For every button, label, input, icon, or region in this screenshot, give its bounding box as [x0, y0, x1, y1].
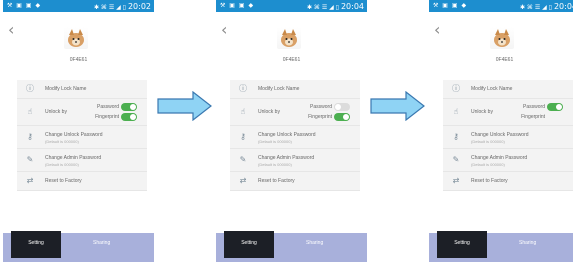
change-unlock-password-label: Change Unlock Password — [45, 132, 103, 138]
unlock-by-label: Unlock by — [258, 109, 280, 115]
password-option-label: Password — [523, 104, 545, 110]
key-icon: ⚷ — [240, 132, 246, 141]
change-admin-password-label: Change Admin Password — [471, 155, 528, 161]
status-bar: ⚒ ▣ ▣ ◆ ✱ ⌘ ☰ ◢ ▯ 20:02 — [3, 0, 154, 12]
modify-lock-name-label: Modify Lock Name — [45, 86, 87, 92]
clock: 20:02 — [127, 2, 151, 11]
change-admin-password-label: Change Admin Password — [258, 155, 315, 161]
info-circle-icon: ⓘ — [452, 84, 460, 93]
password-toggle[interactable] — [547, 103, 563, 111]
reset-to-factory-label: Reset to Factory — [471, 178, 508, 184]
modify-lock-name-row[interactable]: ⓘ Modify Lock Name — [443, 80, 573, 99]
change-unlock-password-row[interactable]: ⚷ Change Unlock Password (Default is 000… — [230, 126, 360, 149]
arrow-right-icon — [157, 91, 212, 121]
change-unlock-password-label: Change Unlock Password — [258, 132, 316, 138]
modify-lock-name-label: Modify Lock Name — [258, 86, 300, 92]
phone-screen-1: ⚒ ▣ ▣ ◆ ✱ ⌘ ☰ ◢ ▯ 20:02 ‹ 0F4E61 ⓘ Modify… — [3, 0, 154, 262]
tab-sharing[interactable]: Sharing — [93, 240, 110, 246]
status-right-icons: ✱ ⌘ ☰ ◢ ▯ 20:02 — [93, 2, 151, 11]
fingerprint-toggle[interactable] — [334, 113, 350, 121]
chevron-left-icon[interactable]: ‹ — [221, 22, 235, 38]
clock: 20:04 — [553, 2, 573, 11]
unlock-by-row: ☝ Unlock by Password Fingerprint — [443, 99, 573, 126]
fingerprint-icon: ☝ — [453, 107, 459, 116]
info-circle-icon: ⓘ — [239, 84, 247, 93]
chevron-left-icon[interactable]: ‹ — [434, 22, 448, 38]
fingerprint-option-label: Fingerprint — [308, 114, 332, 120]
password-option-label: Password — [310, 104, 332, 110]
reset-icon: ⇄ — [239, 176, 247, 185]
reset-icon: ⇄ — [26, 176, 34, 185]
reset-to-factory-label: Reset to Factory — [45, 178, 82, 184]
change-admin-password-default: (Default is 000000) — [45, 162, 79, 167]
status-bar: ⚒ ▣ ▣ ◆ ✱ ⌘ ☰ ◢ ▯20:04 — [429, 0, 573, 12]
change-admin-password-label: Change Admin Password — [45, 155, 102, 161]
change-admin-password-default: (Default is 000000) — [471, 162, 505, 167]
change-admin-password-row[interactable]: ✎ Change Admin Password (Default is 0000… — [230, 149, 360, 172]
pen-icon: ✎ — [452, 155, 460, 164]
tab-sharing[interactable]: Sharing — [306, 240, 323, 246]
modify-lock-name-label: Modify Lock Name — [471, 86, 513, 92]
info-circle-icon: ⓘ — [26, 84, 34, 93]
reset-to-factory-row[interactable]: ⇄ Reset to Factory — [17, 172, 147, 191]
clock: 20:04 — [340, 2, 364, 11]
phone-screen-2: ⚒ ▣ ▣ ◆ ✱ ⌘ ☰ ◢ ▯ 20:04 ‹ 0F4E61 ⓘ Modify… — [216, 0, 367, 262]
lock-avatar — [277, 27, 301, 49]
fingerprint-icon: ☝ — [27, 107, 33, 116]
password-toggle[interactable] — [121, 103, 137, 111]
unlock-by-label: Unlock by — [471, 109, 493, 115]
arrow-right-icon — [370, 91, 425, 121]
reset-to-factory-label: Reset to Factory — [258, 178, 295, 184]
lock-avatar — [64, 27, 88, 49]
lock-id: 0F4E61 — [495, 57, 514, 63]
change-unlock-password-default: (Default is 000000) — [258, 139, 292, 144]
status-left-icons: ⚒ ▣ ▣ ◆ — [433, 2, 468, 9]
unlock-by-row: ☝ Unlock by Password Fingerprint — [17, 99, 147, 126]
change-unlock-password-row[interactable]: ⚷ Change Unlock Password (Default is 000… — [443, 126, 573, 149]
change-unlock-password-default: (Default is 000000) — [45, 139, 79, 144]
change-unlock-password-row[interactable]: ⚷ Change Unlock Password (Default is 000… — [17, 126, 147, 149]
tab-sharing[interactable]: Sharing — [519, 240, 536, 246]
change-unlock-password-label: Change Unlock Password — [471, 132, 529, 138]
password-toggle[interactable] — [334, 103, 350, 111]
reset-icon: ⇄ — [452, 176, 460, 185]
fingerprint-option-label: Fingerprint — [521, 114, 545, 120]
fingerprint-icon: ☝ — [240, 107, 246, 116]
unlock-by-row: ☝ Unlock by Password Fingerprint — [230, 99, 360, 126]
lock-id: 0F4E61 — [282, 57, 301, 63]
fingerprint-toggle[interactable] — [121, 113, 137, 121]
pen-icon: ✎ — [26, 155, 34, 164]
password-option-label: Password — [97, 104, 119, 110]
tab-setting[interactable]: Setting — [11, 231, 61, 258]
status-left-icons: ⚒ ▣ ▣ ◆ — [7, 2, 42, 9]
change-admin-password-row[interactable]: ✎ Change Admin Password (Default is 0000… — [17, 149, 147, 172]
status-right-icons: ✱ ⌘ ☰ ◢ ▯20:04 — [306, 2, 364, 11]
reset-to-factory-row[interactable]: ⇄ Reset to Factory — [443, 172, 573, 191]
status-right-icons: ✱ ⌘ ☰ ◢ ▯20:04 — [520, 2, 573, 11]
change-admin-password-row[interactable]: ✎ Change Admin Password (Default is 0000… — [443, 149, 573, 172]
status-left-icons: ⚒ ▣ ▣ ◆ — [220, 2, 255, 9]
change-admin-password-default: (Default is 000000) — [258, 162, 292, 167]
modify-lock-name-row[interactable]: ⓘ Modify Lock Name — [17, 80, 147, 99]
lock-id: 0F4E61 — [69, 57, 88, 63]
fingerprint-option-label: Fingerprint — [95, 114, 119, 120]
tab-setting[interactable]: Setting — [224, 231, 274, 258]
modify-lock-name-row[interactable]: ⓘ Modify Lock Name — [230, 80, 360, 99]
lock-avatar — [490, 27, 514, 49]
status-bar: ⚒ ▣ ▣ ◆ ✱ ⌘ ☰ ◢ ▯20:04 — [216, 0, 367, 12]
chevron-left-icon[interactable]: ‹ — [8, 22, 22, 38]
reset-to-factory-row[interactable]: ⇄ Reset to Factory — [230, 172, 360, 191]
key-icon: ⚷ — [453, 132, 459, 141]
change-unlock-password-default: (Default is 000000) — [471, 139, 505, 144]
key-icon: ⚷ — [27, 132, 33, 141]
phone-screen-3: ⚒ ▣ ▣ ◆ ✱ ⌘ ☰ ◢ ▯20:04 ‹ 0F4E61 ⓘ Modify… — [429, 0, 573, 262]
tab-setting[interactable]: Setting — [437, 231, 487, 258]
unlock-by-label: Unlock by — [45, 109, 67, 115]
pen-icon: ✎ — [239, 155, 247, 164]
